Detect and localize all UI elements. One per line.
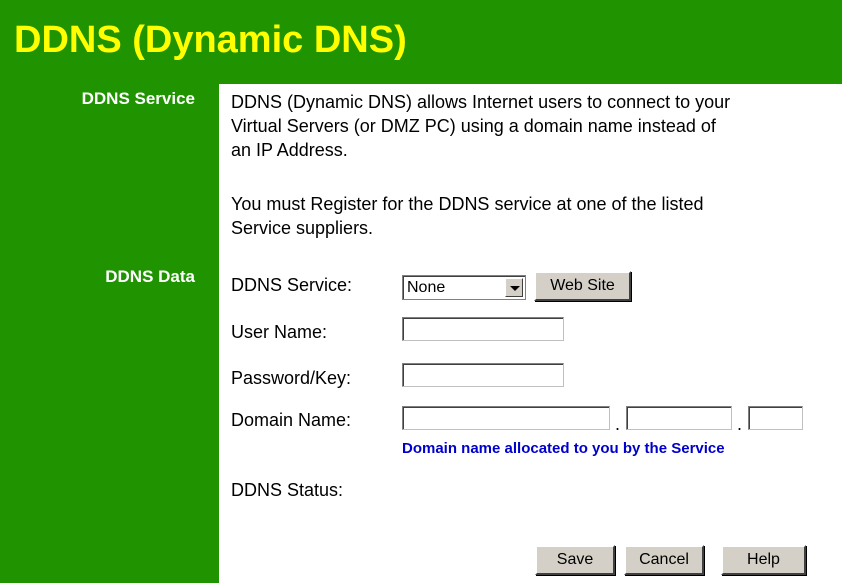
intro-text-line-3: an IP Address. [231,140,348,160]
ddns-status-label: DDNS Status: [231,480,344,500]
password-input[interactable] [402,363,564,387]
dropdown-arrow-icon[interactable] [505,278,523,297]
cancel-button[interactable]: Cancel [624,545,704,575]
domain-part3-input[interactable] [748,406,803,430]
section-label-ddns-data: DDNS Data [105,267,195,286]
page-title: DDNS (Dynamic DNS) [14,19,407,61]
save-button[interactable]: Save [535,545,615,575]
password-label: Password/Key: [231,368,352,388]
page-header: DDNS (Dynamic DNS) [0,0,842,84]
register-text-line-2: Service suppliers. [231,218,374,238]
domain-name-label: Domain Name: [231,410,352,430]
domain-part2-input[interactable] [626,406,732,430]
register-text-line-1: You must Register for the DDNS service a… [231,194,704,214]
domain-separator: . [615,414,621,434]
ddns-service-label: DDNS Service: [231,275,353,295]
domain-hint: Domain name allocated to you by the Serv… [402,440,725,457]
main-content: DDNS (Dynamic DNS) allows Internet users… [219,84,842,583]
help-button[interactable]: Help [721,545,806,575]
section-label-ddns-service: DDNS Service [81,89,195,108]
domain-separator: . [737,414,743,434]
ddns-service-select[interactable]: None [402,275,526,300]
intro-text-line-2: Virtual Servers (or DMZ PC) using a doma… [231,116,716,136]
username-input[interactable] [402,317,564,341]
intro-text-line-1: DDNS (Dynamic DNS) allows Internet users… [231,92,731,112]
sidebar: DDNS Service DDNS Data [0,84,219,583]
website-button[interactable]: Web Site [534,271,631,301]
domain-part1-input[interactable] [402,406,610,430]
ddns-service-selected-value: None [407,279,446,296]
username-label: User Name: [231,322,328,342]
